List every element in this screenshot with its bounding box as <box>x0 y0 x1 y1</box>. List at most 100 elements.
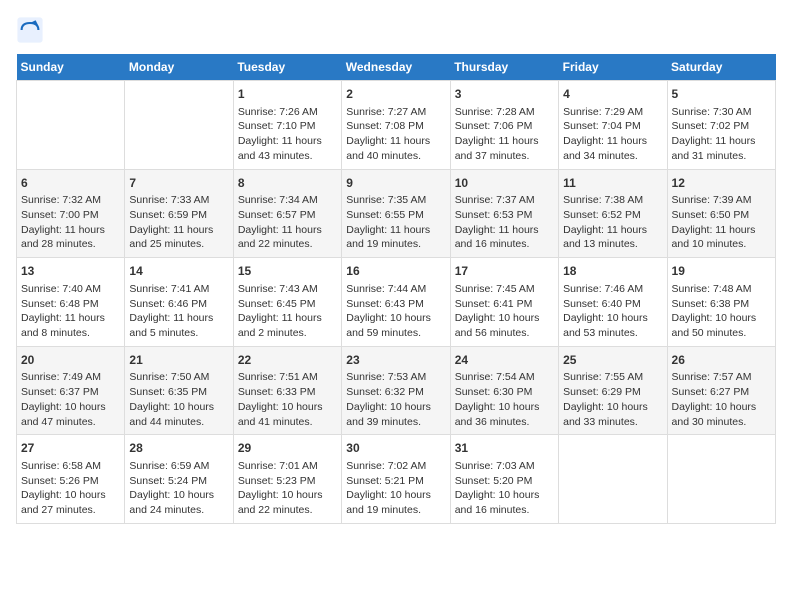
day-number: 15 <box>238 263 337 280</box>
cell-content: Sunrise: 7:28 AM Sunset: 7:06 PM Dayligh… <box>455 105 554 164</box>
cell-content: Sunrise: 7:26 AM Sunset: 7:10 PM Dayligh… <box>238 105 337 164</box>
day-number: 20 <box>21 352 120 369</box>
cell-content: Sunrise: 7:27 AM Sunset: 7:08 PM Dayligh… <box>346 105 445 164</box>
cell-content: Sunrise: 7:37 AM Sunset: 6:53 PM Dayligh… <box>455 193 554 252</box>
day-header-thursday: Thursday <box>450 54 558 81</box>
calendar-cell: 15 Sunrise: 7:43 AM Sunset: 6:45 PM Dayli… <box>233 258 341 347</box>
day-number: 8 <box>238 175 337 192</box>
cell-content: Sunrise: 6:59 AM Sunset: 5:24 PM Dayligh… <box>129 459 228 518</box>
calendar-header-row: SundayMondayTuesdayWednesdayThursdayFrid… <box>17 54 776 81</box>
calendar-cell: 27 Sunrise: 6:58 AM Sunset: 5:26 PM Dayli… <box>17 435 125 524</box>
calendar-week-row: 27 Sunrise: 6:58 AM Sunset: 5:26 PM Dayli… <box>17 435 776 524</box>
cell-content: Sunrise: 7:39 AM Sunset: 6:50 PM Dayligh… <box>672 193 771 252</box>
cell-content: Sunrise: 7:54 AM Sunset: 6:30 PM Dayligh… <box>455 370 554 429</box>
cell-content: Sunrise: 7:34 AM Sunset: 6:57 PM Dayligh… <box>238 193 337 252</box>
day-number: 19 <box>672 263 771 280</box>
cell-content: Sunrise: 7:44 AM Sunset: 6:43 PM Dayligh… <box>346 282 445 341</box>
cell-content: Sunrise: 6:58 AM Sunset: 5:26 PM Dayligh… <box>21 459 120 518</box>
calendar-cell: 31Sunrise: 7:03 AM Sunset: 5:20 PM Dayli… <box>450 435 558 524</box>
cell-content: Sunrise: 7:29 AM Sunset: 7:04 PM Dayligh… <box>563 105 662 164</box>
day-number: 30 <box>346 440 445 457</box>
cell-content: Sunrise: 7:35 AM Sunset: 6:55 PM Dayligh… <box>346 193 445 252</box>
calendar-table: SundayMondayTuesdayWednesdayThursdayFrid… <box>16 54 776 524</box>
calendar-cell: 17 Sunrise: 7:45 AM Sunset: 6:41 PM Dayli… <box>450 258 558 347</box>
day-number: 9 <box>346 175 445 192</box>
calendar-cell: 10Sunrise: 7:37 AM Sunset: 6:53 PM Dayli… <box>450 169 558 258</box>
cell-content: Sunrise: 7:01 AM Sunset: 5:23 PM Dayligh… <box>238 459 337 518</box>
cell-content: Sunrise: 7:49 AM Sunset: 6:37 PM Dayligh… <box>21 370 120 429</box>
day-number: 13 <box>21 263 120 280</box>
calendar-body: 1 Sunrise: 7:26 AM Sunset: 7:10 PM Daylig… <box>17 81 776 524</box>
calendar-cell: 9Sunrise: 7:35 AM Sunset: 6:55 PM Daylig… <box>342 169 450 258</box>
day-header-sunday: Sunday <box>17 54 125 81</box>
cell-content: Sunrise: 7:43 AM Sunset: 6:45 PM Dayligh… <box>238 282 337 341</box>
calendar-cell: 23Sunrise: 7:53 AM Sunset: 6:32 PM Dayli… <box>342 346 450 435</box>
calendar-cell: 19Sunrise: 7:48 AM Sunset: 6:38 PM Dayli… <box>667 258 775 347</box>
day-number: 27 <box>21 440 120 457</box>
calendar-cell: 29 Sunrise: 7:01 AM Sunset: 5:23 PM Dayli… <box>233 435 341 524</box>
cell-content: Sunrise: 7:30 AM Sunset: 7:02 PM Dayligh… <box>672 105 771 164</box>
day-header-saturday: Saturday <box>667 54 775 81</box>
cell-content: Sunrise: 7:02 AM Sunset: 5:21 PM Dayligh… <box>346 459 445 518</box>
day-number: 4 <box>563 86 662 103</box>
day-header-tuesday: Tuesday <box>233 54 341 81</box>
day-number: 17 <box>455 263 554 280</box>
calendar-week-row: 1 Sunrise: 7:26 AM Sunset: 7:10 PM Daylig… <box>17 81 776 170</box>
calendar-cell: 30 Sunrise: 7:02 AM Sunset: 5:21 PM Dayli… <box>342 435 450 524</box>
day-number: 14 <box>129 263 228 280</box>
calendar-cell: 11Sunrise: 7:38 AM Sunset: 6:52 PM Dayli… <box>559 169 667 258</box>
cell-content: Sunrise: 7:57 AM Sunset: 6:27 PM Dayligh… <box>672 370 771 429</box>
calendar-cell: 2Sunrise: 7:27 AM Sunset: 7:08 PM Daylig… <box>342 81 450 170</box>
calendar-cell: 5Sunrise: 7:30 AM Sunset: 7:02 PM Daylig… <box>667 81 775 170</box>
day-number: 7 <box>129 175 228 192</box>
calendar-cell <box>17 81 125 170</box>
logo <box>16 16 48 44</box>
day-number: 10 <box>455 175 554 192</box>
calendar-cell: 22Sunrise: 7:51 AM Sunset: 6:33 PM Dayli… <box>233 346 341 435</box>
calendar-cell: 7Sunrise: 7:33 AM Sunset: 6:59 PM Daylig… <box>125 169 233 258</box>
day-number: 29 <box>238 440 337 457</box>
calendar-week-row: 13 Sunrise: 7:40 AM Sunset: 6:48 PM Dayli… <box>17 258 776 347</box>
calendar-cell <box>125 81 233 170</box>
day-number: 23 <box>346 352 445 369</box>
logo-icon <box>16 16 44 44</box>
cell-content: Sunrise: 7:32 AM Sunset: 7:00 PM Dayligh… <box>21 193 120 252</box>
calendar-cell: 25Sunrise: 7:55 AM Sunset: 6:29 PM Dayli… <box>559 346 667 435</box>
calendar-cell: 8Sunrise: 7:34 AM Sunset: 6:57 PM Daylig… <box>233 169 341 258</box>
calendar-cell: 24Sunrise: 7:54 AM Sunset: 6:30 PM Dayli… <box>450 346 558 435</box>
day-number: 3 <box>455 86 554 103</box>
day-number: 22 <box>238 352 337 369</box>
calendar-cell: 13 Sunrise: 7:40 AM Sunset: 6:48 PM Dayli… <box>17 258 125 347</box>
calendar-cell: 3 Sunrise: 7:28 AM Sunset: 7:06 PM Daylig… <box>450 81 558 170</box>
cell-content: Sunrise: 7:50 AM Sunset: 6:35 PM Dayligh… <box>129 370 228 429</box>
page-header <box>16 16 776 44</box>
day-number: 25 <box>563 352 662 369</box>
calendar-cell: 4 Sunrise: 7:29 AM Sunset: 7:04 PM Daylig… <box>559 81 667 170</box>
calendar-cell <box>667 435 775 524</box>
day-number: 16 <box>346 263 445 280</box>
calendar-cell: 28 Sunrise: 6:59 AM Sunset: 5:24 PM Dayli… <box>125 435 233 524</box>
cell-content: Sunrise: 7:45 AM Sunset: 6:41 PM Dayligh… <box>455 282 554 341</box>
day-number: 21 <box>129 352 228 369</box>
calendar-cell: 16 Sunrise: 7:44 AM Sunset: 6:43 PM Dayli… <box>342 258 450 347</box>
calendar-cell: 21Sunrise: 7:50 AM Sunset: 6:35 PM Dayli… <box>125 346 233 435</box>
cell-content: Sunrise: 7:51 AM Sunset: 6:33 PM Dayligh… <box>238 370 337 429</box>
day-header-friday: Friday <box>559 54 667 81</box>
calendar-cell: 20Sunrise: 7:49 AM Sunset: 6:37 PM Dayli… <box>17 346 125 435</box>
cell-content: Sunrise: 7:41 AM Sunset: 6:46 PM Dayligh… <box>129 282 228 341</box>
day-number: 12 <box>672 175 771 192</box>
day-number: 28 <box>129 440 228 457</box>
calendar-cell: 26Sunrise: 7:57 AM Sunset: 6:27 PM Dayli… <box>667 346 775 435</box>
calendar-week-row: 6Sunrise: 7:32 AM Sunset: 7:00 PM Daylig… <box>17 169 776 258</box>
day-number: 6 <box>21 175 120 192</box>
cell-content: Sunrise: 7:53 AM Sunset: 6:32 PM Dayligh… <box>346 370 445 429</box>
cell-content: Sunrise: 7:38 AM Sunset: 6:52 PM Dayligh… <box>563 193 662 252</box>
cell-content: Sunrise: 7:40 AM Sunset: 6:48 PM Dayligh… <box>21 282 120 341</box>
cell-content: Sunrise: 7:33 AM Sunset: 6:59 PM Dayligh… <box>129 193 228 252</box>
cell-content: Sunrise: 7:55 AM Sunset: 6:29 PM Dayligh… <box>563 370 662 429</box>
calendar-cell: 1 Sunrise: 7:26 AM Sunset: 7:10 PM Daylig… <box>233 81 341 170</box>
day-header-monday: Monday <box>125 54 233 81</box>
day-number: 26 <box>672 352 771 369</box>
calendar-cell: 6Sunrise: 7:32 AM Sunset: 7:00 PM Daylig… <box>17 169 125 258</box>
day-number: 1 <box>238 86 337 103</box>
